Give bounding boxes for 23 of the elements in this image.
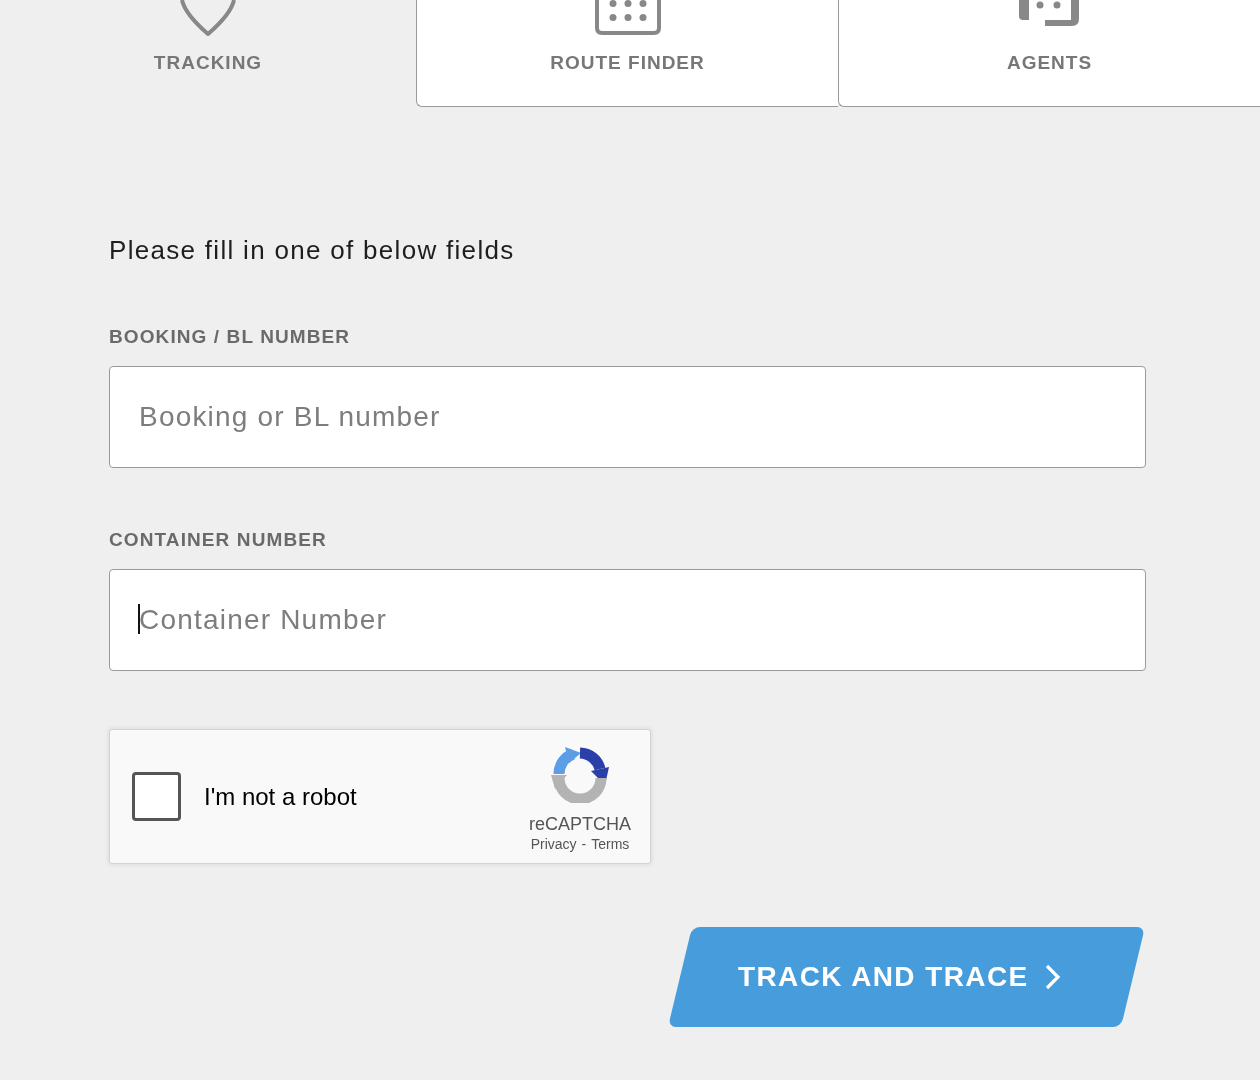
agents-icon <box>1018 0 1081 28</box>
footer-link[interactable]: Privacy <box>530 834 577 853</box>
tab-label: TRACKING <box>153 51 263 75</box>
captcha-label: I'm not a robot <box>204 782 357 811</box>
location-pin-icon <box>179 0 237 36</box>
chevron-right-icon <box>1045 964 1061 990</box>
input-field[interactable]: Container Number <box>109 569 1146 671</box>
form-instruction: Please fill in one of below fields <box>109 235 515 265</box>
link-separator: - <box>581 834 587 853</box>
calendar-icon <box>593 0 662 36</box>
nav-tab[interactable]: ROUTE FINDER <box>416 0 838 107</box>
field-label: CONTAINER NUMBER <box>109 528 327 552</box>
nav-tab[interactable]: AGENTS <box>838 0 1260 107</box>
captcha-checkbox[interactable] <box>132 772 181 821</box>
footer-link[interactable]: Terms <box>591 834 630 853</box>
recaptcha-logo-icon <box>551 744 609 803</box>
tab-label: AGENTS <box>1006 51 1093 75</box>
track-and-trace-button[interactable]: TRACK AND TRACE <box>668 927 1145 1027</box>
captcha-brand: reCAPTCHA <box>529 812 631 835</box>
field-label: BOOKING / BL NUMBER <box>109 325 351 349</box>
nav-tab[interactable]: TRACKING <box>0 0 416 107</box>
tab-label: ROUTE FINDER <box>550 51 705 75</box>
input-field[interactable]: Booking or BL number <box>109 366 1146 468</box>
